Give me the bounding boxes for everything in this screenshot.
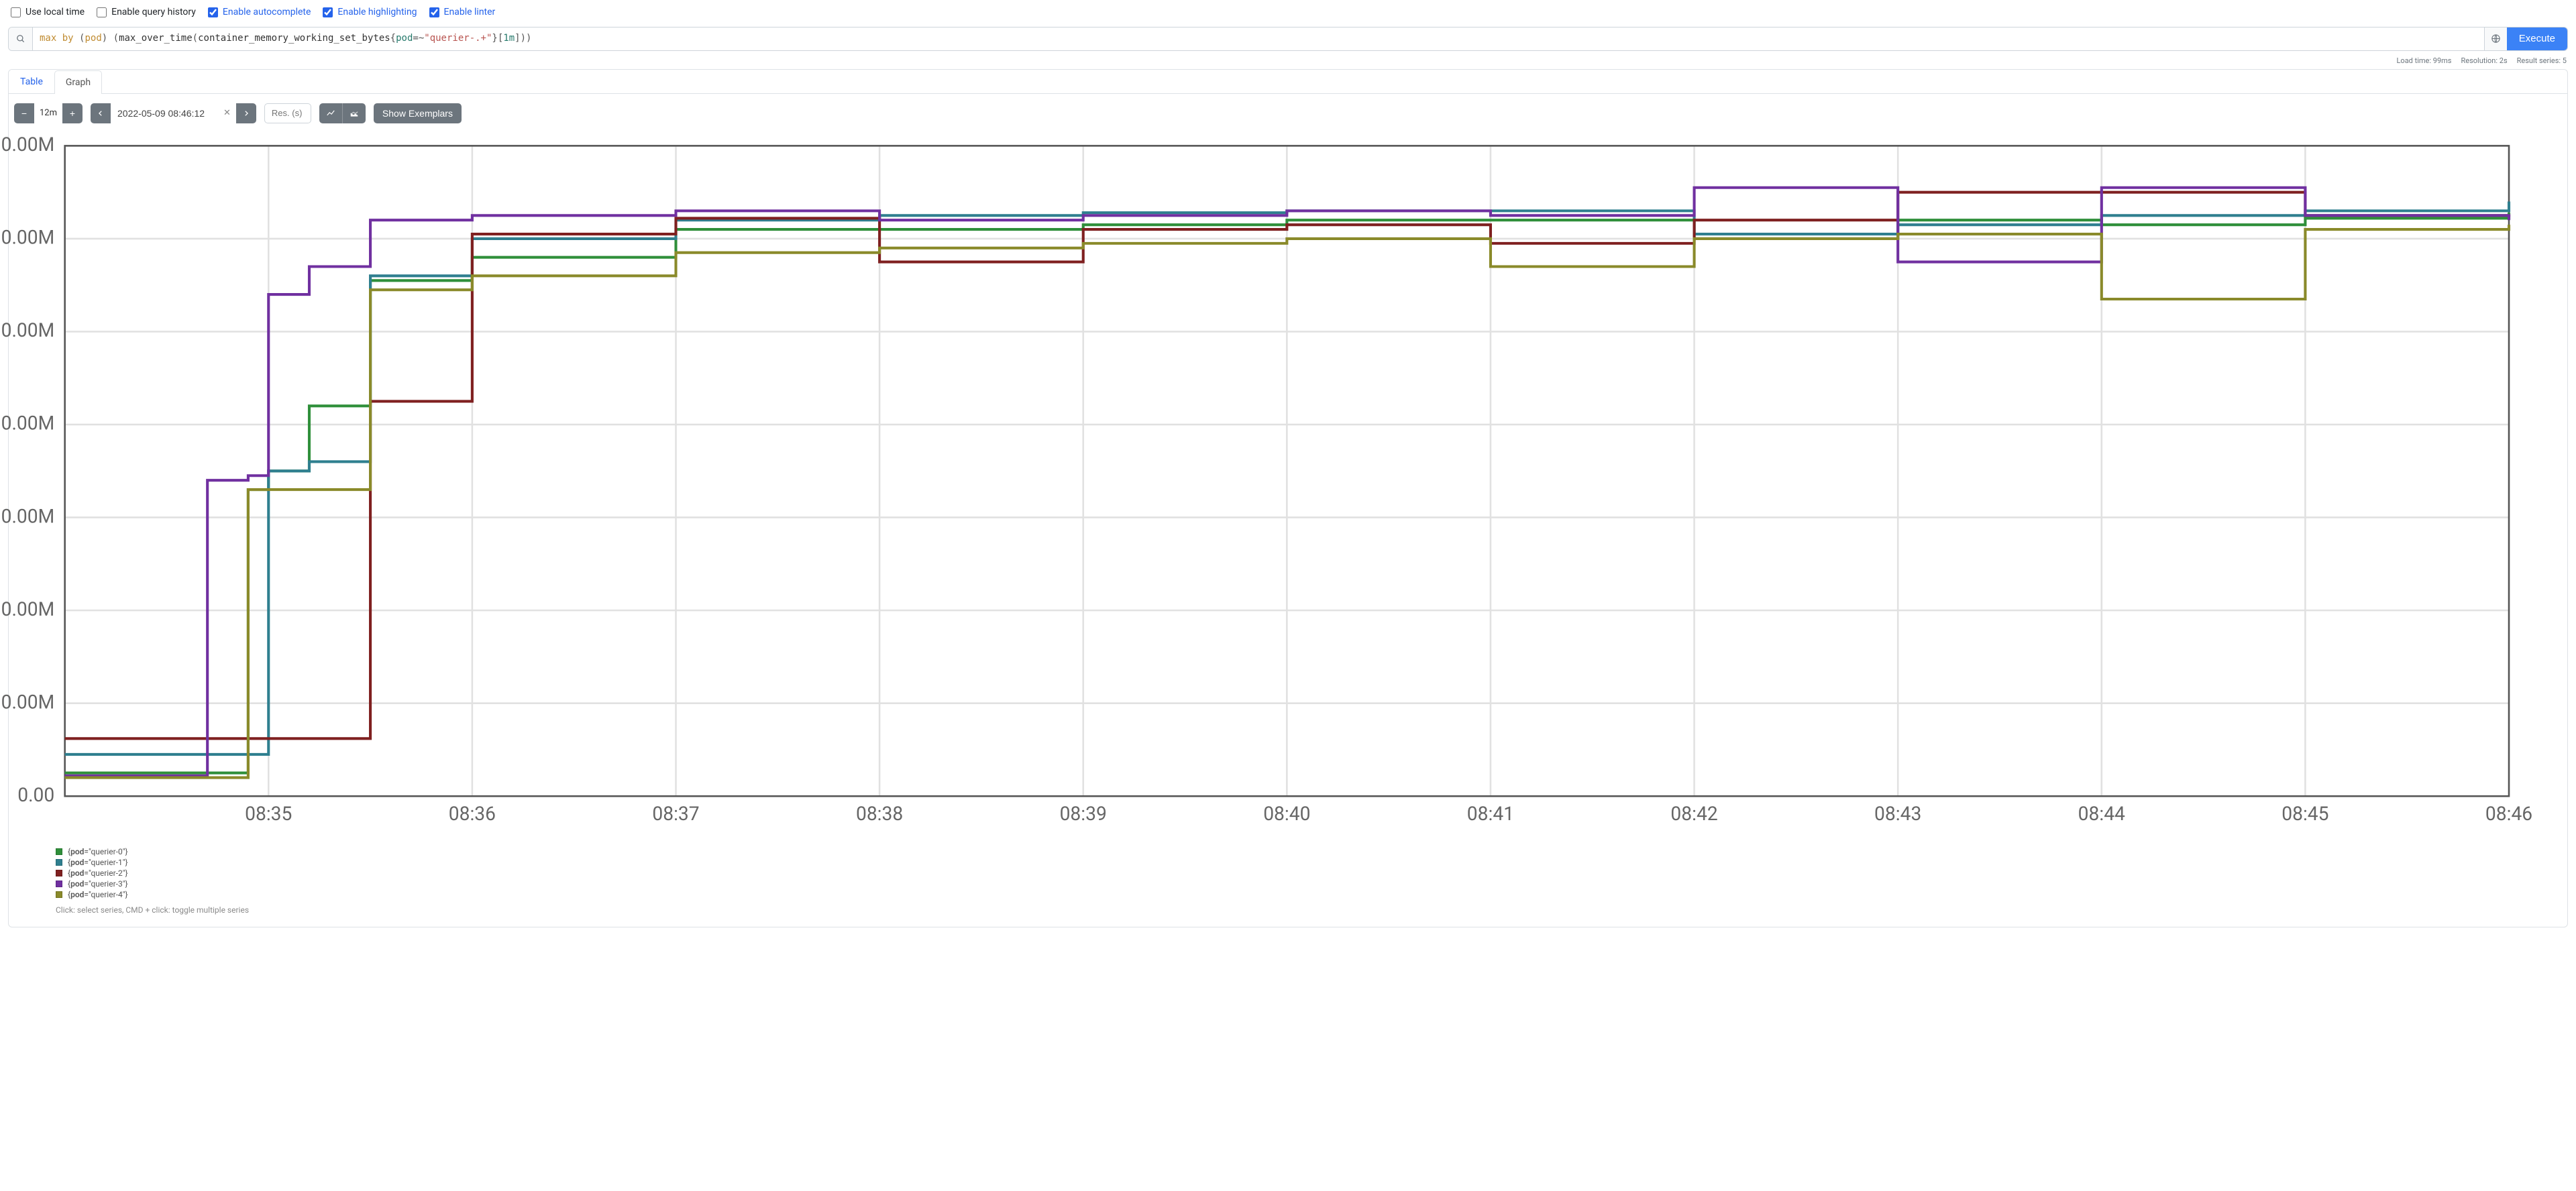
svg-text:08:41: 08:41	[1467, 803, 1514, 825]
svg-text:500.00M: 500.00M	[0, 319, 54, 341]
legend-item[interactable]: {pod="querier-1"}	[56, 857, 2567, 868]
chart: 0.00100.00M200.00M300.00M400.00M500.00M6…	[48, 135, 2561, 838]
legend-label: {pod="querier-2"}	[68, 868, 128, 878]
legend-item[interactable]: {pod="querier-3"}	[56, 878, 2567, 889]
globe-icon[interactable]	[2484, 27, 2507, 50]
legend-swatch	[56, 891, 62, 898]
svg-text:08:35: 08:35	[245, 803, 292, 825]
chart-svg[interactable]: 0.00100.00M200.00M300.00M400.00M500.00M6…	[48, 135, 2561, 838]
svg-text:08:44: 08:44	[2078, 803, 2125, 825]
legend-swatch	[56, 848, 62, 855]
checkbox-input[interactable]	[429, 7, 439, 17]
meta-load-time: Load time: 99ms	[2397, 56, 2452, 65]
meta-resolution: Resolution: 2s	[2461, 56, 2507, 65]
legend-swatch	[56, 870, 62, 876]
result-panel: Table Graph − 12m + ✕	[8, 69, 2568, 928]
range-value[interactable]: 12m	[34, 103, 62, 123]
datetime-input[interactable]	[116, 107, 217, 119]
meta-result-series: Result series: 5	[2517, 56, 2567, 65]
chart-legend: {pod="querier-0"}{pod="querier-1"}{pod="…	[56, 846, 2567, 915]
legend-label: {pod="querier-4"}	[68, 890, 128, 899]
svg-text:08:38: 08:38	[856, 803, 903, 825]
checkbox-query-history[interactable]: Enable query history	[97, 7, 196, 17]
time-prev-button[interactable]	[91, 103, 111, 123]
checkbox-label: Enable linter	[444, 7, 496, 17]
svg-text:600.00M: 600.00M	[0, 226, 54, 248]
checkbox-autocomplete[interactable]: Enable autocomplete	[208, 7, 311, 17]
svg-text:300.00M: 300.00M	[0, 505, 54, 527]
legend-label: {pod="querier-0"}	[68, 847, 128, 856]
range-stepper: − 12m +	[14, 103, 83, 123]
stacked-chart-icon[interactable]	[342, 103, 366, 123]
legend-item[interactable]: {pod="querier-0"}	[56, 846, 2567, 857]
svg-text:08:43: 08:43	[1874, 803, 1921, 825]
checkbox-input[interactable]	[11, 7, 21, 17]
search-icon[interactable]	[9, 27, 33, 50]
svg-text:400.00M: 400.00M	[0, 412, 54, 434]
line-chart-icon[interactable]	[319, 103, 342, 123]
query-row: max by (pod) (max_over_time(container_me…	[8, 27, 2568, 51]
range-increase-button[interactable]: +	[62, 103, 83, 123]
clear-datetime-icon[interactable]: ✕	[223, 108, 231, 118]
legend-swatch	[56, 859, 62, 866]
query-input[interactable]: max by (pod) (max_over_time(container_me…	[33, 27, 2484, 50]
options-row: Use local time Enable query history Enab…	[8, 0, 2568, 27]
checkbox-input[interactable]	[323, 7, 333, 17]
svg-text:200.00M: 200.00M	[0, 598, 54, 620]
legend-label: {pod="querier-3"}	[68, 879, 128, 889]
checkbox-label: Use local time	[25, 7, 85, 17]
chart-style-toggle	[319, 103, 366, 123]
range-decrease-button[interactable]: −	[14, 103, 34, 123]
resolution-input[interactable]	[264, 103, 311, 123]
graph-controls: − 12m + ✕ Show Exemplars	[9, 103, 2567, 129]
checkbox-label: Enable query history	[111, 7, 196, 17]
checkbox-local-time[interactable]: Use local time	[11, 7, 85, 17]
svg-text:08:37: 08:37	[652, 803, 699, 825]
checkbox-highlighting[interactable]: Enable highlighting	[323, 7, 417, 17]
query-meta: Load time: 99ms Resolution: 2s Result se…	[8, 55, 2568, 69]
legend-label: {pod="querier-1"}	[68, 858, 128, 867]
svg-text:700.00M: 700.00M	[0, 133, 54, 156]
legend-item[interactable]: {pod="querier-2"}	[56, 868, 2567, 878]
svg-text:0.00: 0.00	[17, 784, 54, 806]
legend-item[interactable]: {pod="querier-4"}	[56, 889, 2567, 900]
svg-text:08:40: 08:40	[1263, 803, 1310, 825]
checkbox-input[interactable]	[97, 7, 107, 17]
result-tabs: Table Graph	[9, 70, 2567, 94]
svg-text:08:42: 08:42	[1670, 803, 1717, 825]
checkbox-label: Enable autocomplete	[223, 7, 311, 17]
legend-swatch	[56, 881, 62, 887]
svg-text:08:45: 08:45	[2282, 803, 2328, 825]
checkbox-input[interactable]	[208, 7, 218, 17]
show-exemplars-button[interactable]: Show Exemplars	[374, 103, 462, 123]
svg-text:08:39: 08:39	[1060, 803, 1107, 825]
tab-graph[interactable]: Graph	[54, 70, 102, 94]
svg-text:100.00M: 100.00M	[0, 691, 54, 713]
checkbox-linter[interactable]: Enable linter	[429, 7, 496, 17]
time-input-wrap: ✕	[111, 103, 236, 123]
time-nav: ✕	[91, 103, 256, 123]
svg-text:08:36: 08:36	[449, 803, 496, 825]
legend-hint: Click: select series, CMD + click: toggl…	[56, 905, 2567, 915]
svg-text:08:46: 08:46	[2485, 803, 2532, 825]
tab-table[interactable]: Table	[9, 70, 54, 93]
checkbox-label: Enable highlighting	[337, 7, 417, 17]
time-next-button[interactable]	[236, 103, 256, 123]
execute-button[interactable]: Execute	[2507, 27, 2567, 50]
